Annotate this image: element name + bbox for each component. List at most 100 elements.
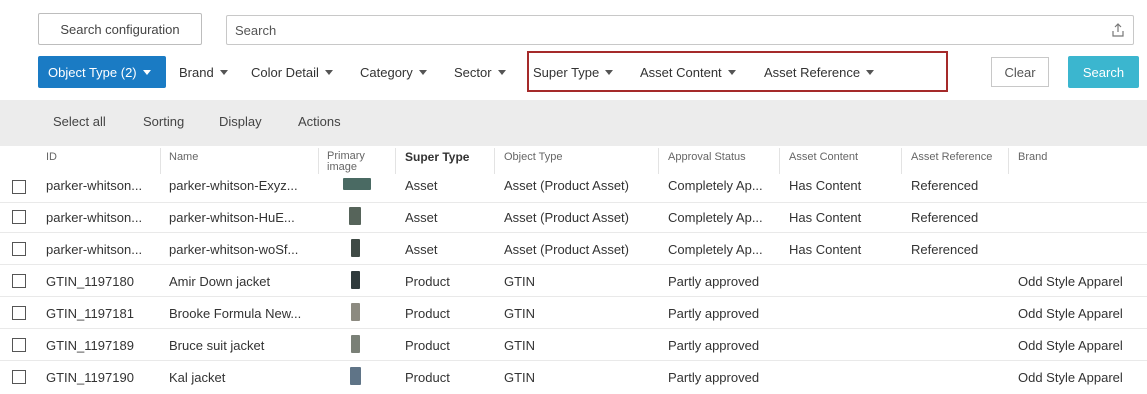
chevron-down-icon	[324, 69, 333, 75]
cell-super-type: Product	[405, 370, 450, 385]
filter-category[interactable]: Category	[360, 56, 427, 88]
cell-approval-status: Partly approved	[668, 306, 760, 321]
filter-brand[interactable]: Brand	[179, 56, 228, 88]
primary-image-thumbnail[interactable]	[349, 207, 361, 225]
column-divider[interactable]	[160, 148, 161, 174]
cell-name[interactable]: Kal jacket	[169, 370, 225, 385]
cell-name[interactable]: Amir Down jacket	[169, 274, 270, 289]
cell-name[interactable]: parker-whitson-HuE...	[169, 210, 295, 225]
column-header-asset-content[interactable]: Asset Content	[789, 152, 858, 163]
cell-name[interactable]: Bruce suit jacket	[169, 338, 264, 353]
search-button[interactable]: Search	[1068, 56, 1139, 88]
cell-asset-reference: Referenced	[911, 178, 979, 193]
column-header-id[interactable]: ID	[46, 152, 57, 163]
cell-name[interactable]: Brooke Formula New...	[169, 306, 301, 321]
cell-object-type: Asset (Product Asset)	[504, 210, 629, 225]
table-row[interactable]: parker-whitson... parker-whitson-HuE... …	[0, 202, 1147, 233]
table-row[interactable]: GTIN_1197190 Kal jacket Product GTIN Par…	[0, 362, 1147, 393]
cell-super-type: Asset	[405, 210, 438, 225]
table-row[interactable]: GTIN_1197189 Bruce suit jacket Product G…	[0, 330, 1147, 361]
column-header-asset-reference[interactable]: Asset Reference	[911, 152, 992, 163]
column-header-approval-status[interactable]: Approval Status	[668, 152, 746, 163]
column-header-brand[interactable]: Brand	[1018, 152, 1047, 163]
cell-name[interactable]: parker-whitson-woSf...	[169, 242, 298, 257]
cell-id[interactable]: GTIN_1197181	[46, 306, 134, 321]
filter-object-type[interactable]: Object Type (2)	[38, 56, 166, 88]
cell-object-type: GTIN	[504, 274, 536, 289]
cell-asset-content: Has Content	[789, 178, 862, 193]
primary-image-thumbnail[interactable]	[350, 367, 361, 385]
row-checkbox[interactable]	[12, 242, 26, 256]
filter-asset-reference[interactable]: Asset Reference	[764, 56, 875, 88]
column-divider[interactable]	[318, 148, 319, 174]
cell-asset-reference: Referenced	[911, 210, 979, 225]
filter-color-detail[interactable]: Color Detail	[251, 56, 333, 88]
column-divider[interactable]	[779, 148, 780, 174]
cell-asset-reference: Referenced	[911, 242, 979, 257]
clear-button[interactable]: Clear	[991, 57, 1049, 87]
column-header-super-type[interactable]: Super Type	[405, 151, 469, 163]
row-checkbox[interactable]	[12, 180, 26, 194]
primary-image-thumbnail[interactable]	[351, 303, 360, 321]
filter-sector[interactable]: Sector	[454, 56, 506, 88]
filter-brand-label: Brand	[179, 64, 214, 80]
cell-id[interactable]: GTIN_1197190	[46, 370, 134, 385]
filter-super-type-label: Super Type	[533, 64, 600, 80]
column-divider[interactable]	[1008, 148, 1009, 174]
select-all-button[interactable]: Select all	[53, 114, 106, 129]
cell-id[interactable]: parker-whitson...	[46, 210, 142, 225]
display-button[interactable]: Display	[219, 114, 262, 129]
row-checkbox[interactable]	[12, 274, 26, 288]
cell-super-type: Asset	[405, 178, 438, 193]
row-checkbox[interactable]	[12, 370, 26, 384]
search-placeholder: Search	[235, 22, 277, 38]
column-divider[interactable]	[395, 148, 396, 174]
table-row[interactable]: parker-whitson... parker-whitson-Exyz...…	[0, 172, 1147, 203]
search-input[interactable]: Search	[226, 15, 1134, 45]
filter-super-type[interactable]: Super Type	[533, 56, 614, 88]
chevron-down-icon	[418, 69, 427, 75]
primary-image-thumbnail[interactable]	[343, 178, 371, 190]
chevron-down-icon	[605, 69, 614, 75]
row-checkbox[interactable]	[12, 306, 26, 320]
cell-name[interactable]: parker-whitson-Exyz...	[169, 178, 298, 193]
table-row[interactable]: parker-whitson... parker-whitson-woSf...…	[0, 234, 1147, 265]
cell-id[interactable]: parker-whitson...	[46, 178, 142, 193]
table-row[interactable]: GTIN_1197181 Brooke Formula New... Produ…	[0, 298, 1147, 329]
table-row[interactable]: GTIN_1197180 Amir Down jacket Product GT…	[0, 266, 1147, 297]
app-window: Search configuration Search Object Type …	[0, 0, 1147, 394]
cell-object-type: Asset (Product Asset)	[504, 178, 629, 193]
cell-id[interactable]: GTIN_1197180	[46, 274, 134, 289]
primary-image-thumbnail[interactable]	[351, 271, 360, 289]
chevron-down-icon	[219, 69, 228, 75]
column-header-primary-image[interactable]: Primary image	[327, 151, 365, 173]
chevron-down-icon	[866, 69, 875, 75]
sorting-button[interactable]: Sorting	[143, 114, 184, 129]
filter-asset-content[interactable]: Asset Content	[640, 56, 736, 88]
cell-approval-status: Partly approved	[668, 274, 760, 289]
filter-row: Object Type (2) Brand Color Detail Categ…	[38, 51, 1142, 92]
actions-button[interactable]: Actions	[298, 114, 341, 129]
cell-asset-content: Has Content	[789, 242, 862, 257]
row-checkbox[interactable]	[12, 210, 26, 224]
cell-super-type: Product	[405, 274, 450, 289]
column-header-object-type[interactable]: Object Type	[504, 152, 563, 163]
cell-approval-status: Completely Ap...	[668, 178, 763, 193]
primary-image-thumbnail[interactable]	[351, 239, 360, 257]
column-divider[interactable]	[901, 148, 902, 174]
cell-object-type: GTIN	[504, 338, 536, 353]
primary-image-thumbnail[interactable]	[351, 335, 360, 353]
search-row: Search configuration Search	[38, 13, 1134, 45]
row-checkbox[interactable]	[12, 338, 26, 352]
cell-id[interactable]: GTIN_1197189	[46, 338, 134, 353]
column-divider[interactable]	[658, 148, 659, 174]
cell-object-type: GTIN	[504, 306, 536, 321]
search-configuration-button[interactable]: Search configuration	[38, 13, 202, 45]
cell-id[interactable]: parker-whitson...	[46, 242, 142, 257]
column-divider[interactable]	[494, 148, 495, 174]
filter-object-type-label: Object Type (2)	[48, 64, 137, 80]
filter-sector-label: Sector	[454, 64, 492, 80]
column-header-name[interactable]: Name	[169, 152, 198, 163]
cell-super-type: Asset	[405, 242, 438, 257]
export-icon[interactable]	[1111, 22, 1125, 38]
